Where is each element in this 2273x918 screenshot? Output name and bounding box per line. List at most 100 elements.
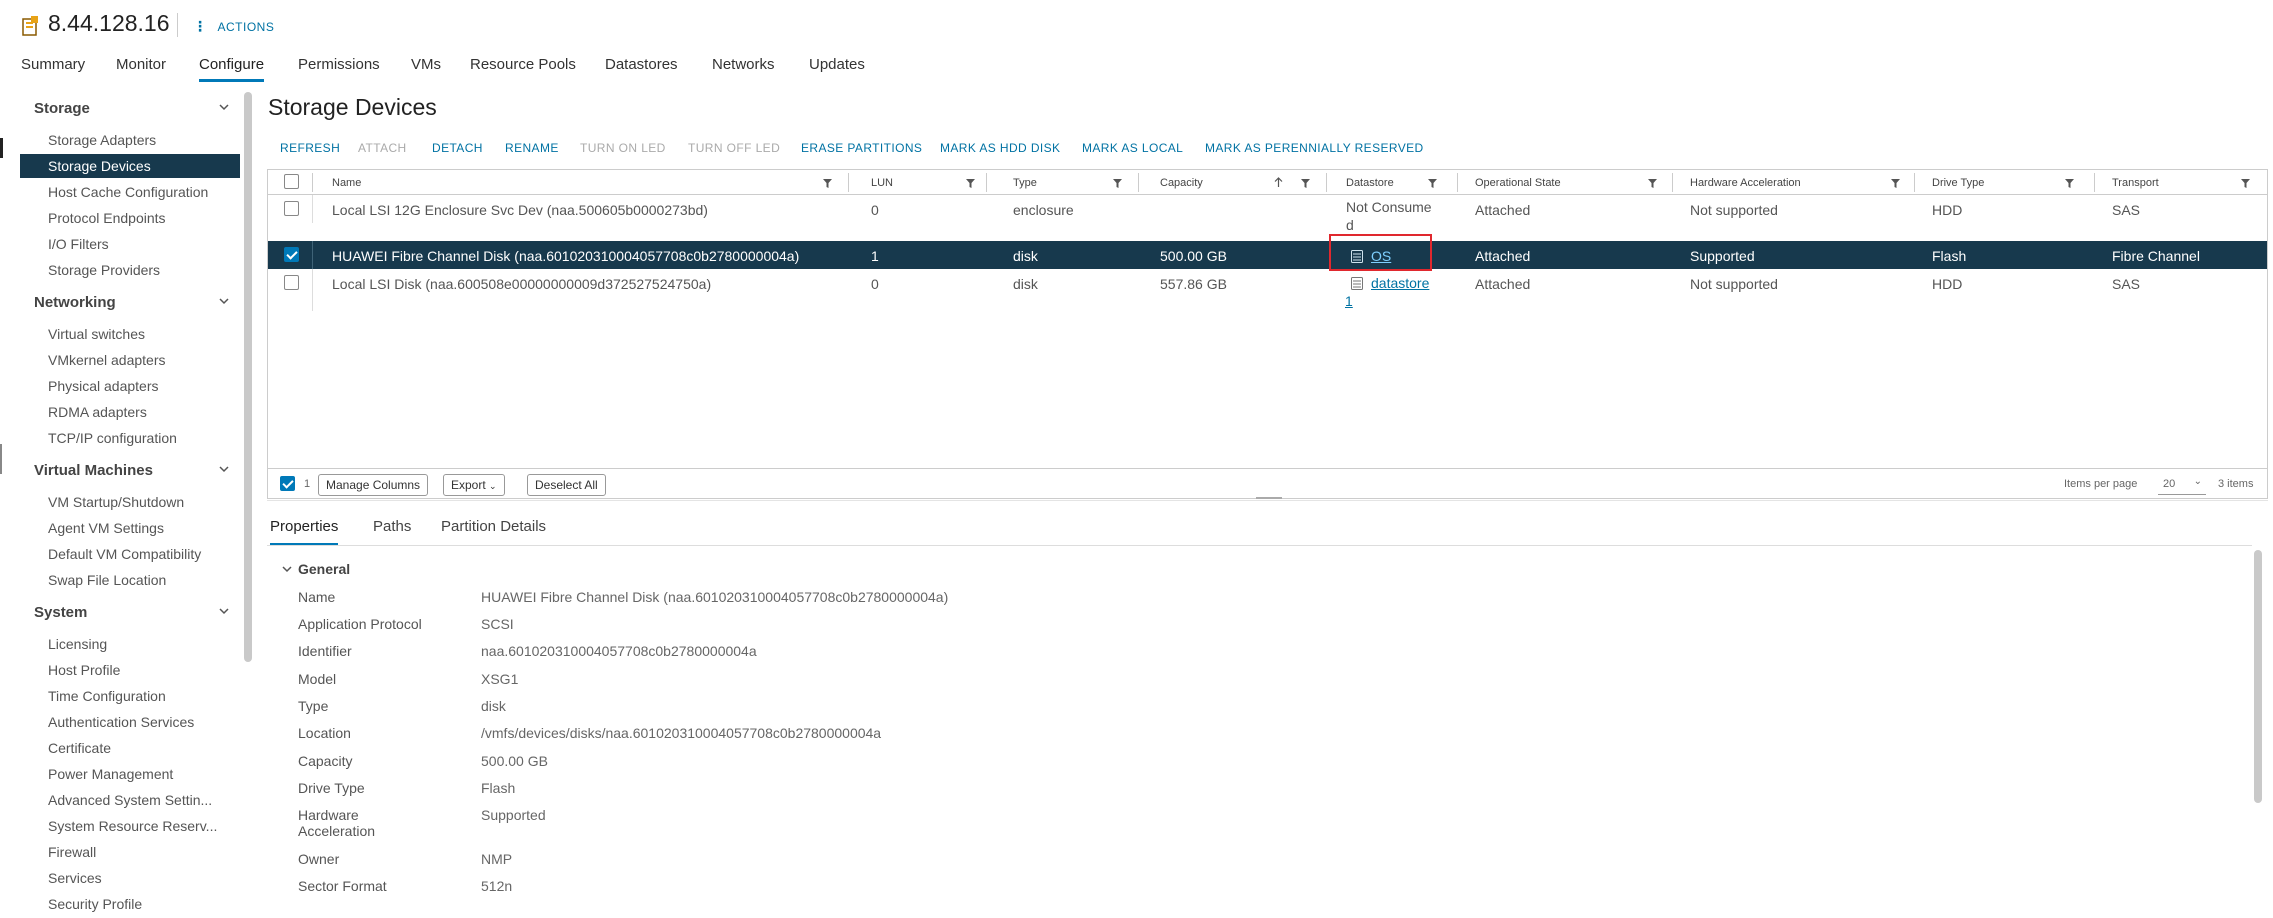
selection-count-checkbox[interactable] (280, 476, 295, 491)
tab-configure[interactable]: Configure (199, 56, 265, 82)
filter-icon[interactable] (1301, 179, 1310, 188)
tab-updates[interactable]: Updates (809, 56, 865, 79)
prop-value: SCSI (481, 616, 514, 632)
sidebar-item-storage-adapters[interactable]: Storage Adapters (48, 132, 156, 148)
sidebar-item-vmkernel-adapters[interactable]: VMkernel adapters (48, 352, 166, 368)
sidebar-item-tcpip-configuration[interactable]: TCP/IP configuration (48, 430, 177, 446)
nav-section-storage[interactable]: Storage (34, 100, 239, 117)
sidebar-item-time-configuration[interactable]: Time Configuration (48, 688, 166, 704)
sidebar-item-security-profile[interactable]: Security Profile (48, 896, 142, 912)
table-row[interactable]: Local LSI Disk (naa.600508e00000000009d3… (268, 269, 2267, 311)
sidebar-item-protocol-endpoints[interactable]: Protocol Endpoints (48, 210, 166, 226)
row-checkbox[interactable] (284, 275, 299, 290)
row-checkbox[interactable] (284, 201, 299, 216)
tab-partition-details[interactable]: Partition Details (441, 518, 546, 543)
nav-section-system[interactable]: System (34, 604, 239, 621)
filter-icon[interactable] (1428, 179, 1437, 188)
details-scrollbar[interactable] (2254, 550, 2262, 803)
column-header-lun[interactable]: LUN (871, 177, 893, 189)
turn-off-led-button[interactable]: TURN OFF LED (688, 141, 780, 155)
sidebar-item-rdma-adapters[interactable]: RDMA adapters (48, 404, 147, 420)
sidebar-item-storage-devices[interactable]: Storage Devices (20, 154, 240, 178)
sidebar-item-physical-adapters[interactable]: Physical adapters (48, 378, 159, 394)
tab-resource-pools[interactable]: Resource Pools (470, 56, 576, 79)
sidebar-item-agent-vm-settings[interactable]: Agent VM Settings (48, 520, 164, 536)
actions-button[interactable]: ⋮ ACTIONS (193, 18, 274, 35)
mark-as-perennially-reserved-button[interactable]: MARK AS PERENNIALLY RESERVED (1205, 141, 1424, 155)
items-per-page-select[interactable]: 20 ⌄ (2158, 475, 2206, 495)
filter-icon[interactable] (1891, 179, 1900, 188)
nav-section-networking[interactable]: Networking (34, 294, 239, 311)
datastore-link-wrap[interactable]: 1 (1345, 293, 1353, 309)
tab-monitor[interactable]: Monitor (116, 56, 166, 79)
tab-networks[interactable]: Networks (712, 56, 775, 79)
select-all-checkbox[interactable] (284, 174, 299, 189)
refresh-button[interactable]: REFRESH (280, 141, 340, 155)
sidebar-item-host-cache-configuration[interactable]: Host Cache Configuration (48, 184, 208, 200)
row-checkbox[interactable] (284, 247, 299, 262)
filter-icon[interactable] (2065, 179, 2074, 188)
sidebar-scrollbar[interactable] (244, 92, 252, 662)
attach-button[interactable]: ATTACH (358, 141, 407, 155)
sidebar-item-firewall[interactable]: Firewall (48, 844, 96, 860)
table-row-selected[interactable]: HUAWEI Fibre Channel Disk (naa.601020310… (268, 241, 2267, 269)
manage-columns-button[interactable]: Manage Columns (318, 474, 429, 496)
column-header-drive-type[interactable]: Drive Type (1932, 177, 1984, 189)
sidebar-item-certificate[interactable]: Certificate (48, 740, 111, 756)
pane-resize-handle[interactable] (1256, 497, 1282, 499)
datastore-icon (1351, 277, 1363, 290)
filter-icon[interactable] (2241, 179, 2250, 188)
chevron-down-icon: ⌄ (2193, 476, 2202, 487)
prop-label: Application Protocol (298, 616, 422, 632)
tab-paths[interactable]: Paths (373, 518, 411, 543)
sidebar-item-swap-file-location[interactable]: Swap File Location (48, 572, 166, 588)
deselect-all-button[interactable]: Deselect All (527, 474, 606, 496)
prop-label: Identifier (298, 643, 352, 659)
filter-icon[interactable] (1113, 179, 1122, 188)
nav-section-label: Networking (34, 294, 116, 311)
table-row[interactable]: Local LSI 12G Enclosure Svc Dev (naa.500… (268, 195, 2267, 233)
tab-properties[interactable]: Properties (270, 518, 339, 546)
storage-devices-title: Storage Devices (268, 94, 437, 120)
sort-ascending-icon[interactable] (1274, 177, 1283, 188)
column-header-hardware-acceleration[interactable]: Hardware Acceleration (1690, 177, 1801, 189)
turn-on-led-button[interactable]: TURN ON LED (580, 141, 666, 155)
sidebar-item-host-profile[interactable]: Host Profile (48, 662, 120, 678)
prop-value: XSG1 (481, 671, 519, 687)
sidebar-item-authentication-services[interactable]: Authentication Services (48, 714, 194, 730)
mark-as-local-button[interactable]: MARK AS LOCAL (1082, 141, 1183, 155)
filter-icon[interactable] (1648, 179, 1657, 188)
sidebar-item-advanced-system-settings[interactable]: Advanced System Settin... (48, 792, 212, 808)
erase-partitions-button[interactable]: ERASE PARTITIONS (801, 141, 922, 155)
column-header-datastore[interactable]: Datastore (1346, 177, 1394, 189)
rename-button[interactable]: RENAME (505, 141, 559, 155)
general-section-toggle[interactable]: General (282, 561, 350, 577)
column-header-operational-state[interactable]: Operational State (1475, 177, 1561, 189)
tab-datastores[interactable]: Datastores (605, 56, 678, 79)
sidebar-item-storage-providers[interactable]: Storage Providers (48, 262, 160, 278)
datastore-link[interactable]: datastore (1371, 275, 1429, 291)
export-button[interactable]: Export ⌄ (443, 474, 505, 496)
filter-icon[interactable] (966, 179, 975, 188)
column-header-transport[interactable]: Transport (2112, 177, 2159, 189)
tab-summary[interactable]: Summary (21, 56, 85, 79)
column-header-capacity[interactable]: Capacity (1160, 177, 1203, 189)
sidebar-item-io-filters[interactable]: I/O Filters (48, 236, 109, 252)
prop-label: Capacity (298, 753, 353, 769)
sidebar-item-licensing[interactable]: Licensing (48, 636, 107, 652)
sidebar-item-virtual-switches[interactable]: Virtual switches (48, 326, 145, 342)
column-separator (1138, 173, 1139, 192)
column-header-name[interactable]: Name (332, 177, 361, 189)
nav-section-virtual-machines[interactable]: Virtual Machines (34, 462, 239, 479)
mark-as-hdd-disk-button[interactable]: MARK AS HDD DISK (940, 141, 1060, 155)
sidebar-item-system-resource-reservation[interactable]: System Resource Reserv... (48, 818, 217, 834)
sidebar-item-vm-startup-shutdown[interactable]: VM Startup/Shutdown (48, 494, 184, 510)
sidebar-item-power-management[interactable]: Power Management (48, 766, 173, 782)
filter-icon[interactable] (823, 179, 832, 188)
tab-vms[interactable]: VMs (411, 56, 441, 79)
tab-permissions[interactable]: Permissions (298, 56, 380, 79)
sidebar-item-default-vm-compatibility[interactable]: Default VM Compatibility (48, 546, 201, 562)
column-header-type[interactable]: Type (1013, 177, 1037, 189)
sidebar-item-services[interactable]: Services (48, 870, 102, 886)
detach-button[interactable]: DETACH (432, 141, 483, 155)
